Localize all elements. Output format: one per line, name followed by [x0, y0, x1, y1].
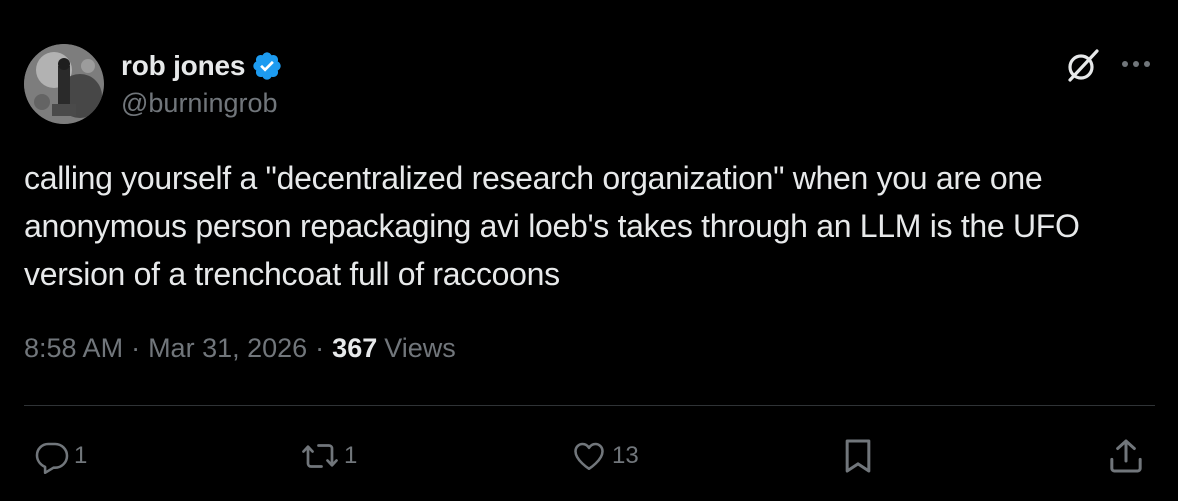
- reply-button[interactable]: 1: [34, 430, 87, 482]
- author-display-name[interactable]: rob jones: [121, 50, 245, 82]
- like-count: 13: [612, 442, 639, 469]
- views-label[interactable]: Views: [384, 333, 456, 364]
- tweet-meta: 8:58 AM · Mar 31, 2026 · 367 Views: [24, 333, 456, 364]
- bookmark-button[interactable]: [838, 430, 878, 482]
- grok-icon[interactable]: [1064, 46, 1102, 84]
- bookmark-icon: [838, 435, 878, 477]
- meta-separator: ·: [315, 333, 325, 363]
- author-handle[interactable]: @burningrob: [121, 88, 278, 119]
- reply-count: 1: [74, 442, 88, 469]
- reply-icon: [34, 438, 70, 474]
- retweet-count: 1: [344, 442, 358, 469]
- avatar-image: [24, 44, 104, 124]
- tweet-date[interactable]: Mar 31, 2026: [148, 333, 307, 364]
- tweet-card: rob jones @burningrob calling yourself a…: [0, 0, 1178, 501]
- more-options-icon[interactable]: [1118, 52, 1154, 76]
- like-button[interactable]: 13: [570, 430, 639, 482]
- views-count[interactable]: 367: [332, 333, 377, 364]
- divider: [24, 405, 1155, 406]
- avatar[interactable]: [24, 44, 104, 124]
- share-icon: [1106, 436, 1146, 476]
- retweet-icon: [300, 438, 340, 474]
- retweet-button[interactable]: 1: [300, 430, 357, 482]
- share-button[interactable]: [1106, 430, 1146, 482]
- action-bar: 1 1 13: [0, 430, 1178, 482]
- meta-separator: ·: [131, 333, 141, 363]
- author-name-row[interactable]: rob jones: [121, 48, 283, 84]
- verified-badge-icon[interactable]: [251, 50, 283, 82]
- heart-icon: [570, 438, 608, 474]
- tweet-text: calling yourself a "decentralized resear…: [24, 160, 1089, 292]
- tweet-time[interactable]: 8:58 AM: [24, 333, 123, 364]
